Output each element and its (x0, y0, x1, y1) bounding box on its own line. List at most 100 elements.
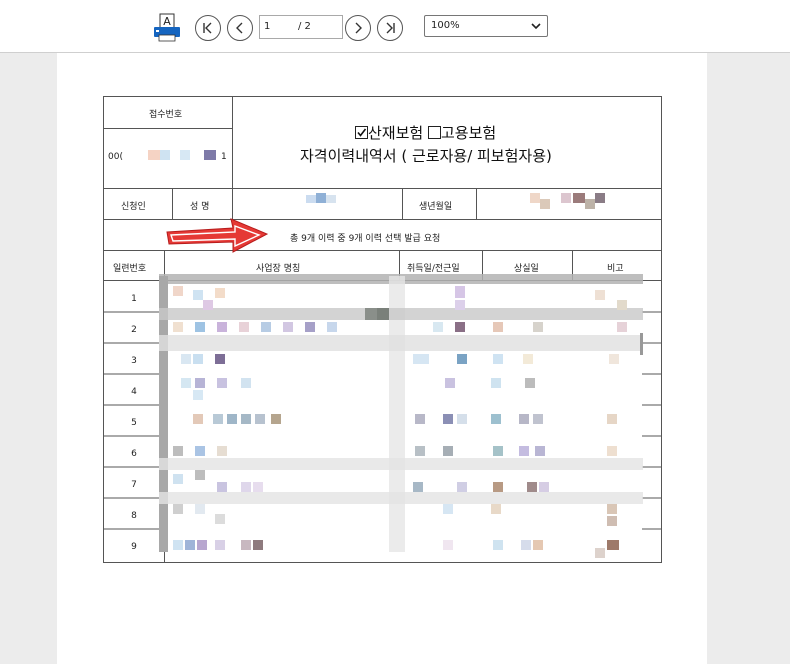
redaction-pixel (261, 322, 271, 332)
redaction-pixel (493, 322, 503, 332)
redaction-pixel (195, 470, 205, 480)
redaction-pixel (305, 322, 315, 332)
redaction-pixel (215, 288, 225, 298)
redaction-pixel (443, 414, 453, 424)
redaction-pixel (283, 322, 293, 332)
redaction-pixel (609, 354, 619, 364)
redaction-pixel (519, 414, 529, 424)
redaction-pixel (607, 516, 617, 526)
redaction-pixel (539, 482, 549, 492)
redaction-pixel (215, 354, 225, 364)
zoom-select[interactable]: 100% (424, 15, 548, 37)
redaction-pixel (255, 414, 265, 424)
print-button[interactable]: A (152, 12, 184, 44)
redaction-pixel (535, 446, 545, 456)
redaction-pixel (455, 286, 465, 298)
redaction-pixel (173, 286, 183, 296)
redaction-pixel (241, 414, 251, 424)
redaction-pixel (195, 504, 205, 514)
redaction-pixel (193, 354, 203, 364)
redaction-pixel (443, 540, 453, 550)
redaction-pixel (203, 300, 213, 310)
redaction-pixel (493, 354, 503, 364)
current-page: 1 (264, 21, 271, 32)
redaction-pixel (595, 290, 605, 300)
redaction-pixel (173, 322, 183, 332)
redaction-pixel (173, 540, 183, 550)
redaction-pixel (253, 540, 263, 550)
redaction-pixel (607, 540, 619, 550)
redaction-pixel (491, 504, 501, 514)
redaction-pixel (227, 414, 237, 424)
redaction-pixel (217, 378, 227, 388)
prev-page-icon (236, 22, 243, 34)
next-page-button[interactable] (345, 15, 371, 41)
svg-text:A: A (163, 15, 171, 28)
redaction-bar (159, 335, 643, 351)
redaction-pixel (607, 504, 617, 514)
viewer-toolbar: A 1 / 2 100% (0, 0, 790, 53)
redaction-pixel (493, 446, 503, 456)
first-page-button[interactable] (195, 15, 221, 41)
redaction-pixel (377, 308, 389, 320)
redaction-pixel (525, 378, 535, 388)
print-icon: A (154, 13, 180, 42)
redaction-pixel (173, 504, 183, 514)
redaction-pixel (213, 414, 223, 424)
redaction-pixel (217, 322, 227, 332)
redaction-pixel (595, 548, 605, 558)
redaction-pixel (181, 354, 191, 364)
redaction-pixel (195, 322, 205, 332)
redaction-pixel (491, 378, 501, 388)
redaction-pixel (327, 322, 337, 332)
redaction-pixel (193, 390, 203, 400)
redaction-pixel (193, 290, 203, 300)
redaction-bar (159, 458, 643, 470)
redaction-pixel (195, 446, 205, 456)
redaction-pixel (521, 540, 531, 550)
redaction-pixel (365, 308, 377, 320)
redaction-pixel (413, 482, 423, 492)
page-number-input[interactable]: 1 / 2 (259, 15, 343, 39)
redaction-pixel (415, 446, 425, 456)
redaction-pixel (217, 482, 227, 492)
prev-page-button[interactable] (227, 15, 253, 41)
annotation-arrow-icon (166, 218, 269, 253)
redaction-pixel (457, 354, 467, 364)
redaction-pixel (443, 504, 453, 514)
redaction-pixel (617, 322, 627, 332)
redaction-pixel (493, 482, 503, 492)
redaction-pixel (455, 322, 465, 332)
last-page-button[interactable] (377, 15, 403, 41)
redaction-pixel (185, 540, 195, 550)
total-pages: / 2 (298, 21, 311, 32)
redaction-pixel (181, 378, 191, 388)
redaction-pixel (173, 474, 183, 484)
redaction-pixel (607, 414, 617, 424)
redaction-pixel (241, 482, 251, 492)
zoom-value: 100% (431, 20, 460, 31)
redaction-pixel (493, 540, 503, 550)
redaction-pixel (455, 300, 465, 310)
redaction-bar (640, 333, 643, 355)
redaction-pixel (533, 414, 543, 424)
qualification-history-form: 접수번호 00( 1 산재보험 고용보험 자격이력내역서 ( 근로자용/ 피보험… (103, 96, 662, 563)
redaction-pixel (617, 300, 627, 310)
redaction-pixel (253, 482, 263, 492)
redaction-pixel (457, 414, 467, 424)
redaction-pixel (491, 414, 501, 424)
redaction-pixel (527, 482, 537, 492)
redaction-pixel (241, 540, 251, 550)
redaction-pixel (215, 540, 225, 550)
redaction-pixel (607, 446, 617, 456)
redaction-pixel (457, 482, 467, 492)
redaction-pixel (195, 378, 205, 388)
last-page-icon (386, 22, 395, 34)
next-page-icon (355, 22, 362, 34)
redaction-pixel (519, 446, 529, 456)
redaction-pixel (533, 322, 543, 332)
redaction-pixel (533, 540, 543, 550)
redaction-pixel (413, 354, 429, 364)
redaction-bar (159, 492, 643, 504)
redaction-pixel (271, 414, 281, 424)
